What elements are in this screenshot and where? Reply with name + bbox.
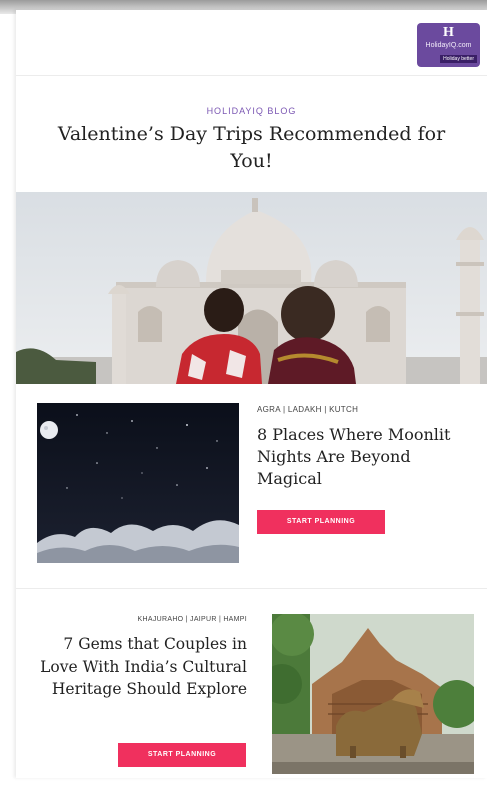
temple-illustration bbox=[272, 614, 474, 774]
header-divider bbox=[16, 75, 487, 76]
article-divider bbox=[16, 588, 487, 589]
temple-statue-image[interactable] bbox=[272, 614, 474, 774]
article-1-title[interactable]: 8 Places Where Moonlit Nights Are Beyond… bbox=[257, 424, 472, 490]
blog-eyebrow: HOLIDAYIQ BLOG bbox=[206, 106, 297, 116]
page-headline: Valentine’s Day Trips Recommended for Yo… bbox=[57, 123, 446, 172]
article-1-tags: AGRA | LADAKH | KUTCH bbox=[257, 405, 359, 414]
logo-name: HolidayIQ.com bbox=[425, 42, 472, 49]
start-planning-button-1[interactable]: START PLANNING bbox=[257, 510, 385, 534]
article-2-title[interactable]: 7 Gems that Couples in Love With India’s… bbox=[37, 633, 247, 701]
hero-illustration bbox=[16, 192, 487, 384]
start-planning-button-2[interactable]: START PLANNING bbox=[118, 743, 246, 767]
moonlit-night-image[interactable] bbox=[37, 403, 239, 563]
logo-mark: H bbox=[443, 25, 454, 40]
hero-image-taj-mahal[interactable] bbox=[16, 192, 487, 384]
email-card: H HolidayIQ.com Holiday better HOLIDAYIQ… bbox=[16, 10, 487, 778]
moonlit-night-illustration bbox=[37, 403, 239, 563]
logo-tagline: Holiday better bbox=[440, 55, 477, 63]
holidayiq-logo[interactable]: H HolidayIQ.com Holiday better bbox=[417, 23, 480, 67]
article-2-tags: KHAJURAHO | JAIPUR | HAMPI bbox=[137, 616, 247, 623]
